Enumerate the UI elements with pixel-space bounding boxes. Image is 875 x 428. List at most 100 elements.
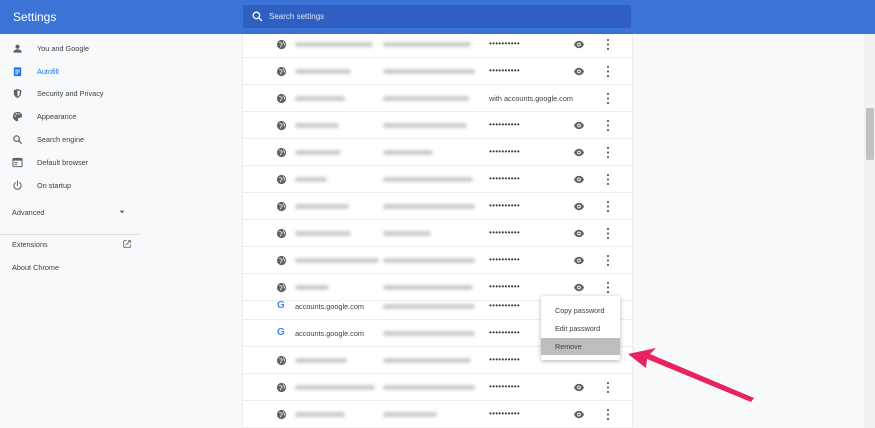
more-vert-icon[interactable] (605, 65, 611, 78)
sidebar-about-chrome[interactable]: About Chrome (12, 263, 59, 272)
password-value: •••••••••• (489, 328, 521, 337)
password-row: •••••••••• (243, 247, 632, 274)
globe-icon (276, 228, 287, 239)
password-value: with accounts.google.com (489, 94, 573, 103)
sidebar-item-on-startup[interactable]: On startup (0, 174, 140, 196)
site-name: accounts.google.com (295, 329, 364, 338)
sidebar-item-label: Security and Privacy (37, 88, 104, 98)
eye-icon[interactable] (573, 39, 585, 50)
site-name: accounts.google.com (295, 302, 364, 311)
username-blurred (383, 150, 433, 155)
eye-icon[interactable] (573, 255, 585, 266)
sidebar-advanced[interactable]: Advanced (12, 204, 132, 220)
sidebar-divider (0, 234, 140, 235)
password-value: •••••••••• (489, 409, 521, 418)
saved-passwords-list: •••••••••• •••••••••• with accounts.goog… (243, 34, 632, 428)
menu-item-edit-password[interactable]: Edit password (541, 320, 620, 337)
power-icon (13, 179, 22, 190)
more-vert-icon[interactable] (605, 200, 611, 213)
password-value: •••••••••• (489, 66, 521, 75)
sidebar-item-security-and-privacy[interactable]: Security and Privacy (0, 82, 140, 104)
globe-icon (276, 409, 287, 420)
more-vert-icon[interactable] (605, 408, 611, 421)
username-blurred (383, 358, 471, 363)
more-vert-icon[interactable] (605, 119, 611, 132)
password-row: •••••••••• (243, 166, 632, 193)
password-value: •••••••••• (489, 228, 521, 237)
password-row: •••••••••• (243, 220, 632, 247)
password-value: •••••••••• (489, 174, 521, 183)
username-blurred (383, 204, 475, 209)
site-name-blurred (295, 123, 339, 128)
eye-icon[interactable] (573, 147, 585, 158)
password-value: •••••••••• (489, 301, 521, 310)
username-blurred (383, 177, 473, 182)
eye-icon[interactable] (573, 382, 585, 393)
password-value: •••••••••• (489, 120, 521, 129)
menu-item-remove[interactable]: Remove (541, 338, 620, 355)
sidebar-item-default-browser[interactable]: Default browser (0, 151, 140, 173)
sidebar-item-search-engine[interactable]: Search engine (0, 128, 140, 150)
site-name-blurred (295, 285, 329, 290)
search-icon (13, 134, 23, 144)
sidebar-item-label: Default browser (37, 157, 89, 167)
site-name-blurred (295, 69, 351, 74)
sidebar-extensions-link[interactable]: Extensions (12, 240, 48, 249)
site-name-blurred (295, 150, 341, 155)
sidebar-item-appearance[interactable]: Appearance (0, 105, 140, 127)
annotation-arrow-icon (628, 348, 754, 402)
globe-icon (276, 120, 287, 131)
scrollbar-thumb[interactable] (866, 108, 874, 160)
sidebar-item-label: On startup (37, 180, 72, 190)
eye-icon[interactable] (573, 228, 585, 239)
sidebar-item-label: Search engine (37, 134, 85, 144)
search-box[interactable] (243, 5, 631, 28)
scrollbar-track[interactable] (864, 34, 875, 428)
sidebar-item-label: Appearance (37, 111, 77, 121)
globe-icon (276, 255, 287, 266)
globe-icon (276, 39, 287, 50)
username-blurred (383, 69, 475, 74)
globe-icon (276, 382, 287, 393)
app-title: Settings (13, 10, 57, 24)
browser-icon (12, 157, 23, 167)
eye-icon[interactable] (573, 66, 585, 77)
more-vert-icon[interactable] (605, 92, 611, 105)
globe-icon (276, 93, 287, 104)
eye-icon[interactable] (573, 174, 585, 185)
sidebar-item-autofill[interactable]: Autofill (0, 60, 140, 82)
password-value: •••••••••• (489, 282, 521, 291)
password-value: •••••••••• (489, 355, 521, 364)
eye-icon[interactable] (573, 409, 585, 420)
password-row: •••••••••• (243, 374, 632, 401)
eye-icon[interactable] (573, 120, 585, 131)
more-vert-icon[interactable] (605, 173, 611, 186)
more-vert-icon[interactable] (605, 146, 611, 159)
palette-icon (12, 111, 23, 121)
clipboard-icon (13, 66, 22, 76)
search-input[interactable] (269, 5, 619, 28)
password-row: •••••••••• (243, 34, 632, 58)
username-blurred (383, 304, 475, 309)
globe-icon (276, 147, 287, 158)
more-vert-icon[interactable] (605, 254, 611, 267)
password-row: •••••••••• (243, 112, 632, 139)
password-value: •••••••••• (489, 382, 521, 391)
person-icon (13, 44, 22, 53)
more-vert-icon[interactable] (605, 227, 611, 240)
open-in-new-icon[interactable] (122, 239, 132, 249)
site-name-blurred (295, 412, 345, 417)
username-blurred (383, 96, 469, 101)
more-vert-icon[interactable] (605, 381, 611, 394)
site-name-blurred (295, 358, 347, 363)
globe-icon (276, 66, 287, 77)
sidebar-item-you-and-google[interactable]: You and Google (0, 37, 140, 59)
more-vert-icon[interactable] (605, 38, 611, 51)
eye-icon[interactable] (573, 201, 585, 212)
username-blurred (383, 258, 475, 263)
eye-icon[interactable] (573, 282, 585, 293)
menu-item-copy-password[interactable]: Copy password (541, 302, 620, 319)
password-row: with accounts.google.com (243, 85, 632, 112)
password-value: •••••••••• (489, 147, 521, 156)
sidebar-item-label: You and Google (37, 43, 90, 53)
